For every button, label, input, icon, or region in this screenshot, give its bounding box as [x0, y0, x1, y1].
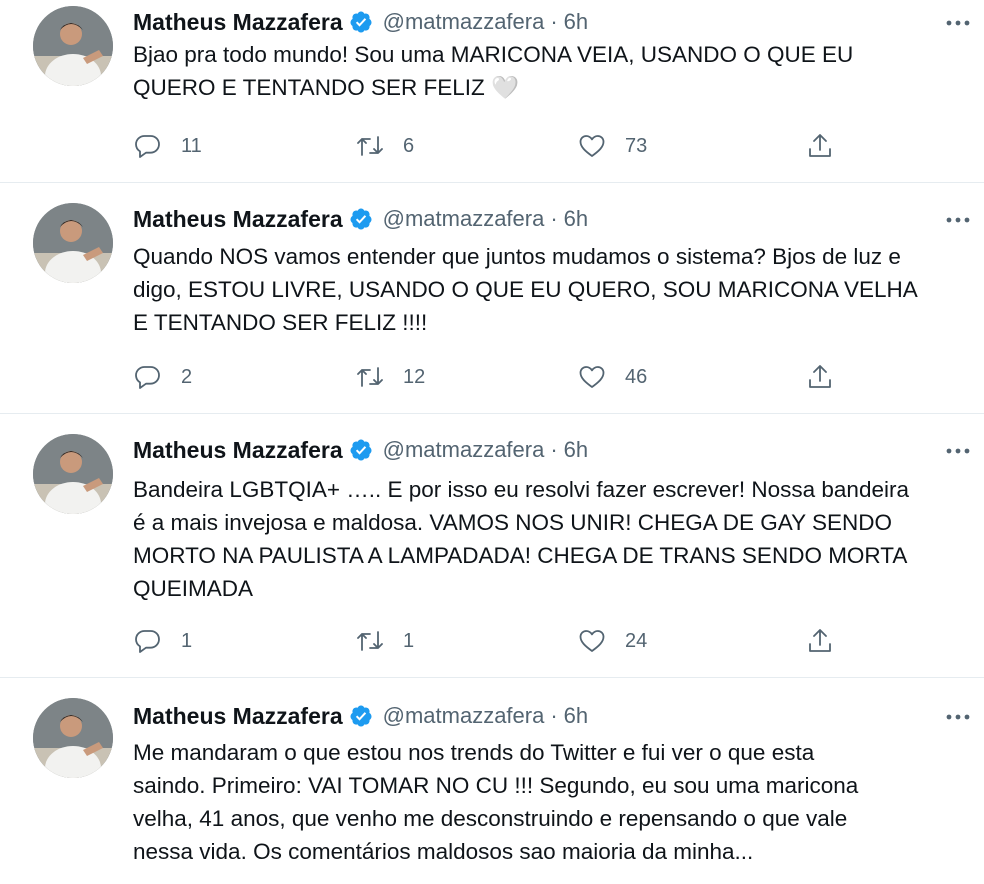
separator-dot: ·: [550, 9, 558, 34]
retweet-button[interactable]: 1: [355, 626, 414, 656]
author-name[interactable]: Matheus Mazzafera: [133, 9, 343, 36]
heart-icon: [579, 630, 605, 652]
timestamp[interactable]: 6h: [564, 9, 588, 35]
author-name[interactable]: Matheus Mazzafera: [133, 703, 343, 730]
tweet[interactable]: Matheus Mazzafera @matmazzafera · 6h Ban…: [0, 414, 984, 678]
tweet[interactable]: Matheus Mazzafera @matmazzafera · 6h Bja…: [0, 0, 984, 183]
avatar[interactable]: [33, 6, 113, 86]
retweet-count: 1: [403, 629, 415, 652]
reply-icon: [135, 366, 160, 389]
author-name[interactable]: Matheus Mazzafera: [133, 206, 343, 233]
tweet-text-line: Me mandaram o que estou nos trends do Tw…: [133, 740, 815, 765]
share-icon: [809, 365, 831, 388]
share-icon: [809, 629, 831, 652]
like-button[interactable]: 46: [577, 362, 647, 392]
tweet-text: Bjao pra todo mundo! Sou uma MARICONA VE…: [133, 38, 978, 104]
separator-dot: ·: [550, 206, 558, 231]
tweet-text-line: QUERO E TENTANDO SER FELIZ 🤍: [133, 75, 519, 100]
tweet[interactable]: Matheus Mazzafera @matmazzafera · 6h Me …: [0, 678, 984, 884]
share-button[interactable]: [805, 626, 835, 656]
like-button[interactable]: 73: [577, 131, 647, 161]
share-icon: [809, 134, 831, 157]
verified-badge-icon: [349, 10, 373, 34]
more-options-icon[interactable]: [942, 207, 974, 233]
avatar[interactable]: [33, 698, 113, 778]
retweet-count: 12: [403, 365, 426, 388]
tweet-text: Me mandaram o que estou nos trends do Tw…: [133, 736, 978, 868]
reply-count: 1: [181, 629, 193, 652]
like-button[interactable]: 24: [577, 626, 647, 656]
tweet-text-line: Bjao pra todo mundo! Sou uma MARICONA VE…: [133, 42, 854, 67]
more-options-icon[interactable]: [942, 10, 974, 36]
reply-button[interactable]: 2: [133, 362, 192, 392]
timestamp[interactable]: 6h: [564, 703, 588, 729]
reply-icon: [135, 135, 160, 158]
share-button[interactable]: [805, 131, 835, 161]
like-count: 24: [625, 629, 648, 652]
tweet-text-line: Quando NOS vamos entender que juntos mud…: [133, 244, 901, 269]
tweet-text-line: MORTO NA PAULISTA A LAMPADADA! CHEGA DE …: [133, 543, 908, 568]
separator-dot: ·: [550, 437, 558, 462]
author-handle[interactable]: @matmazzafera: [383, 703, 545, 729]
retweet-icon: [357, 367, 383, 387]
tweet-text-line: E TENTANDO SER FELIZ !!!!: [133, 310, 428, 335]
avatar[interactable]: [33, 434, 113, 514]
tweet-text-line: velha, 41 anos, que venho me desconstrui…: [133, 806, 848, 831]
tweet-text-line: saindo. Primeiro: VAI TOMAR NO CU !!! Se…: [133, 773, 859, 798]
tweet-text-line: nessa vida. Os comentários maldosos sao …: [133, 839, 754, 864]
retweet-icon: [357, 136, 383, 156]
share-button[interactable]: [805, 362, 835, 392]
heart-icon: [579, 135, 605, 157]
author-handle[interactable]: @matmazzafera: [383, 9, 545, 35]
tweet-actions: 11 6 73: [133, 131, 853, 161]
retweet-button[interactable]: 6: [355, 131, 414, 161]
author-handle[interactable]: @matmazzafera: [383, 206, 545, 232]
reply-button[interactable]: 11: [133, 131, 202, 161]
author-handle[interactable]: @matmazzafera: [383, 437, 545, 463]
tweet-text: Quando NOS vamos entender que juntos mud…: [133, 240, 978, 339]
reply-button[interactable]: 1: [133, 626, 192, 656]
tweet[interactable]: Matheus Mazzafera @matmazzafera · 6h Qua…: [0, 183, 984, 414]
tweet-actions: 1 1 24: [133, 626, 853, 656]
avatar[interactable]: [33, 203, 113, 283]
like-count: 73: [625, 134, 648, 157]
verified-badge-icon: [349, 438, 373, 462]
verified-badge-icon: [349, 704, 373, 728]
verified-badge-icon: [349, 207, 373, 231]
tweet-actions: 2 12 46: [133, 362, 853, 392]
retweet-button[interactable]: 12: [355, 362, 425, 392]
separator-dot: ·: [550, 703, 558, 728]
reply-count: 11: [181, 134, 202, 157]
tweet-text-line: QUEIMADA: [133, 576, 254, 601]
heart-icon: [579, 366, 605, 388]
timestamp[interactable]: 6h: [564, 206, 588, 232]
more-options-icon[interactable]: [942, 438, 974, 464]
retweet-count: 6: [403, 134, 415, 157]
tweet-text-line: Bandeira LGBTQIA+ ….. E por isso eu reso…: [133, 477, 909, 502]
like-count: 46: [625, 365, 648, 388]
retweet-icon: [357, 631, 383, 651]
tweet-text: Bandeira LGBTQIA+ ….. E por isso eu reso…: [133, 473, 978, 605]
timestamp[interactable]: 6h: [564, 437, 588, 463]
tweet-text-line: digo, ESTOU LIVRE, USANDO O QUE EU QUERO…: [133, 277, 918, 302]
author-name[interactable]: Matheus Mazzafera: [133, 437, 343, 464]
reply-icon: [135, 630, 160, 653]
reply-count: 2: [181, 365, 193, 388]
tweet-text-line: é a mais invejosa e maldosa. VAMOS NOS U…: [133, 510, 892, 535]
more-options-icon[interactable]: [942, 704, 974, 730]
